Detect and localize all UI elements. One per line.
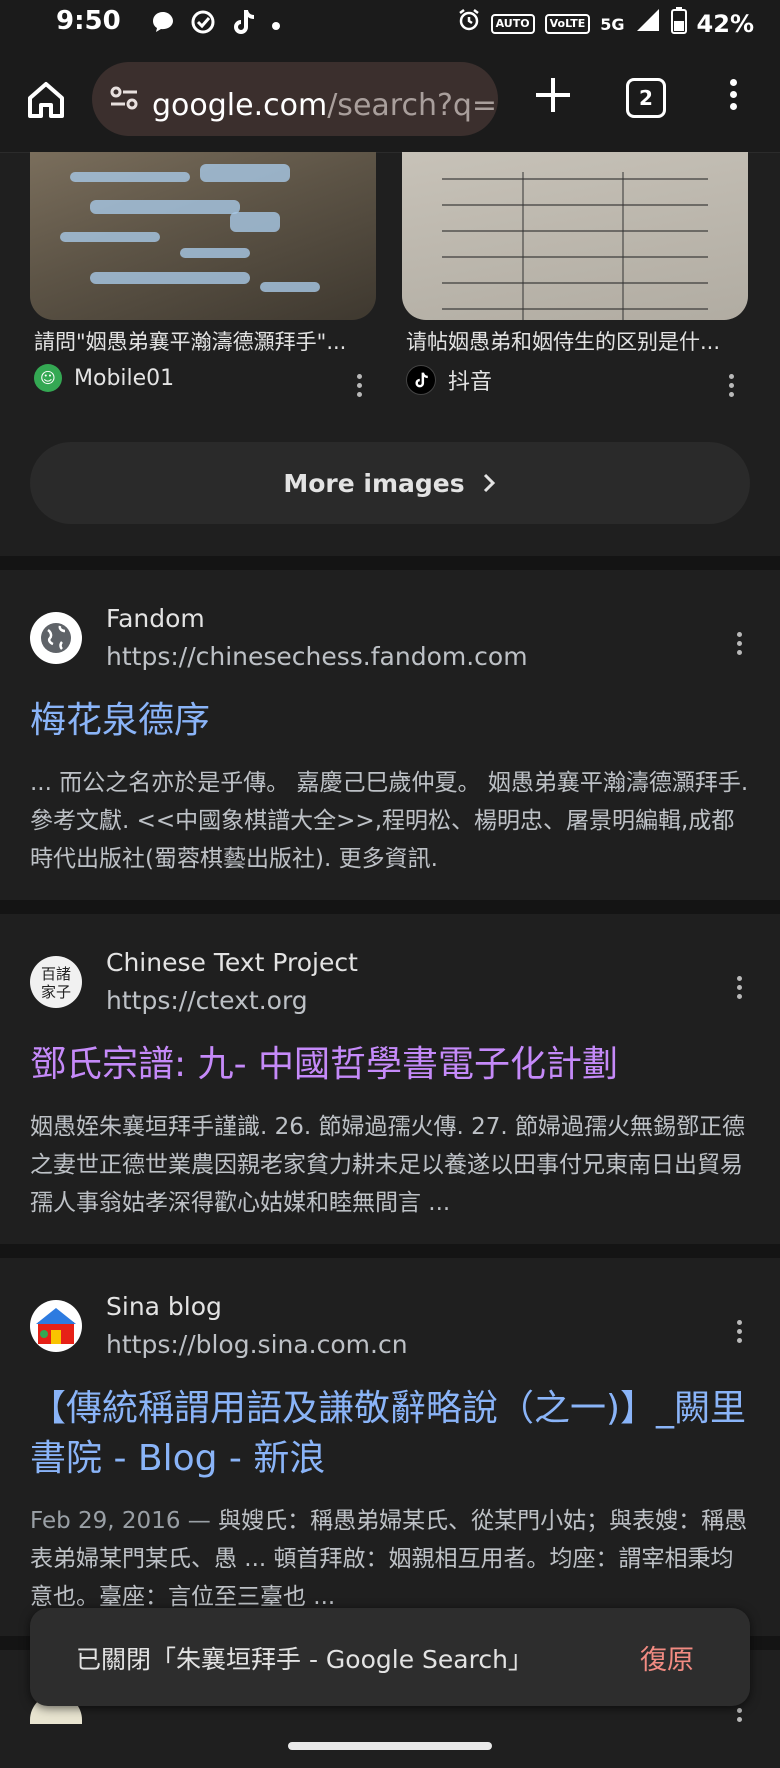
- globe-icon: [30, 612, 82, 664]
- result-menu-button[interactable]: [734, 972, 744, 1002]
- more-images-label: More images: [283, 468, 465, 498]
- site-url: https://ctext.org: [106, 986, 308, 1015]
- plus-icon: [536, 78, 570, 112]
- more-images-button[interactable]: More images: [30, 442, 750, 524]
- battery-percent: 42%: [696, 10, 754, 38]
- url-host: google.com: [152, 88, 328, 123]
- result-menu-button[interactable]: [734, 628, 744, 658]
- image-source-name: Mobile01: [74, 365, 175, 391]
- site-name: Sina blog: [106, 1292, 222, 1321]
- snackbar-message: 已關閉「朱襄垣拜手 - Google Search」: [76, 1645, 533, 1674]
- search-result-sina: Sina blog https://blog.sina.com.cn 【傳統稱謂…: [0, 1258, 780, 1638]
- site-name: Fandom: [106, 604, 205, 633]
- image-result-thumbnail-1[interactable]: [30, 152, 376, 320]
- overflow-menu-button[interactable]: [718, 74, 748, 120]
- tiktok-icon: [230, 8, 256, 44]
- image-result-menu-2[interactable]: [726, 370, 736, 400]
- volte-icon: VoLTE: [544, 14, 591, 34]
- status-bar: 9:50 AUTO VoLTE 5G 42%: [0, 0, 780, 46]
- image-source-name: 抖音: [448, 370, 493, 395]
- auto-hd-icon: AUTO: [490, 14, 535, 34]
- battery-icon: [670, 6, 687, 42]
- image-result-menu-1[interactable]: [354, 370, 364, 400]
- url-path: /search?q=姻: [327, 88, 498, 123]
- check-circle-icon: [190, 9, 216, 43]
- home-icon: [28, 82, 64, 118]
- site-settings-icon[interactable]: [108, 82, 140, 114]
- image-result-source-1[interactable]: ☺ Mobile01: [34, 364, 174, 392]
- section-divider: [0, 900, 780, 914]
- home-button[interactable]: [22, 76, 70, 124]
- signal-icon: [635, 7, 661, 41]
- result-title-link[interactable]: 鄧氏宗譜: 九- 中國哲學書電子化計劃: [30, 1040, 618, 1090]
- tab-closed-snackbar: 已關閉「朱襄垣拜手 - Google Search」 復原: [30, 1608, 750, 1706]
- site-name: Chinese Text Project: [106, 948, 358, 977]
- section-divider: [0, 1244, 780, 1258]
- status-notification-icons: [150, 8, 282, 44]
- gesture-nav-handle[interactable]: [288, 1742, 492, 1750]
- result-menu-button[interactable]: [734, 1316, 744, 1346]
- image-result-caption-1[interactable]: 請問"姻愚弟襄平瀚濤德灝拜手"...: [34, 326, 380, 356]
- url-text[interactable]: google.com/search?q=姻: [152, 80, 498, 124]
- address-bar[interactable]: google.com/search?q=姻: [92, 62, 498, 136]
- search-result-fandom: Fandom https://chinesechess.fandom.com 梅…: [0, 570, 780, 900]
- mobile01-icon: ☺: [34, 364, 62, 392]
- chevron-right-icon: [483, 473, 495, 493]
- network-type: 5G: [600, 14, 625, 34]
- site-url: https://chinesechess.fandom.com: [106, 642, 528, 671]
- sina-blog-icon: [30, 1300, 82, 1352]
- result-date: Feb 29, 2016 —: [30, 1508, 211, 1534]
- search-result-ctext: 百諸 家子 Chinese Text Project https://ctext.…: [0, 914, 780, 1244]
- result-snippet: ... 而公之名亦於是乎傳。 嘉慶己巳歲仲夏。 姻愚弟襄平瀚濤德灝拜手. 參考文…: [30, 770, 749, 872]
- result-snippet: Feb 29, 2016 — 與嫂氏：稱愚弟婦某氏、從某門小姑；與表嫂：稱愚表弟…: [30, 1502, 750, 1614]
- message-icon: [150, 9, 176, 43]
- douyin-icon: [406, 365, 436, 395]
- result-title-link[interactable]: 梅花泉德序: [30, 696, 210, 746]
- svg-text:百諸: 百諸: [41, 965, 71, 983]
- image-result-thumbnail-2[interactable]: [402, 152, 748, 320]
- section-divider: [0, 556, 780, 570]
- ctext-logo-icon: 百諸 家子: [30, 956, 82, 1008]
- undo-button[interactable]: 復原: [640, 1638, 694, 1677]
- result-menu-button-partial[interactable]: [734, 1704, 744, 1734]
- site-url: https://blog.sina.com.cn: [106, 1330, 408, 1359]
- status-time: 9:50: [56, 6, 121, 36]
- browser-toolbar: google.com/search?q=姻 2: [0, 46, 780, 153]
- image-result-source-2[interactable]: 抖音: [406, 364, 492, 396]
- alarm-icon: [457, 8, 481, 40]
- dot-icon: [270, 12, 282, 40]
- result-snippet: 姻愚姪朱襄垣拜手謹識. 26. 節婦過孺火傳. 27. 節婦過孺火無錫鄧正德之妻…: [30, 1114, 746, 1216]
- tab-switcher-button[interactable]: 2: [626, 78, 666, 118]
- svg-text:家子: 家子: [41, 983, 71, 1001]
- new-tab-button[interactable]: [528, 70, 578, 120]
- image-result-caption-2[interactable]: 请帖姻愚弟和姻侍生的区别是什...: [406, 326, 752, 356]
- result-title-link[interactable]: 【傳統稱謂用語及謙敬辭略說（之一)】_闕里書院 - Blog - 新浪: [30, 1384, 750, 1484]
- status-right-icons: AUTO VoLTE 5G 42%: [457, 6, 754, 42]
